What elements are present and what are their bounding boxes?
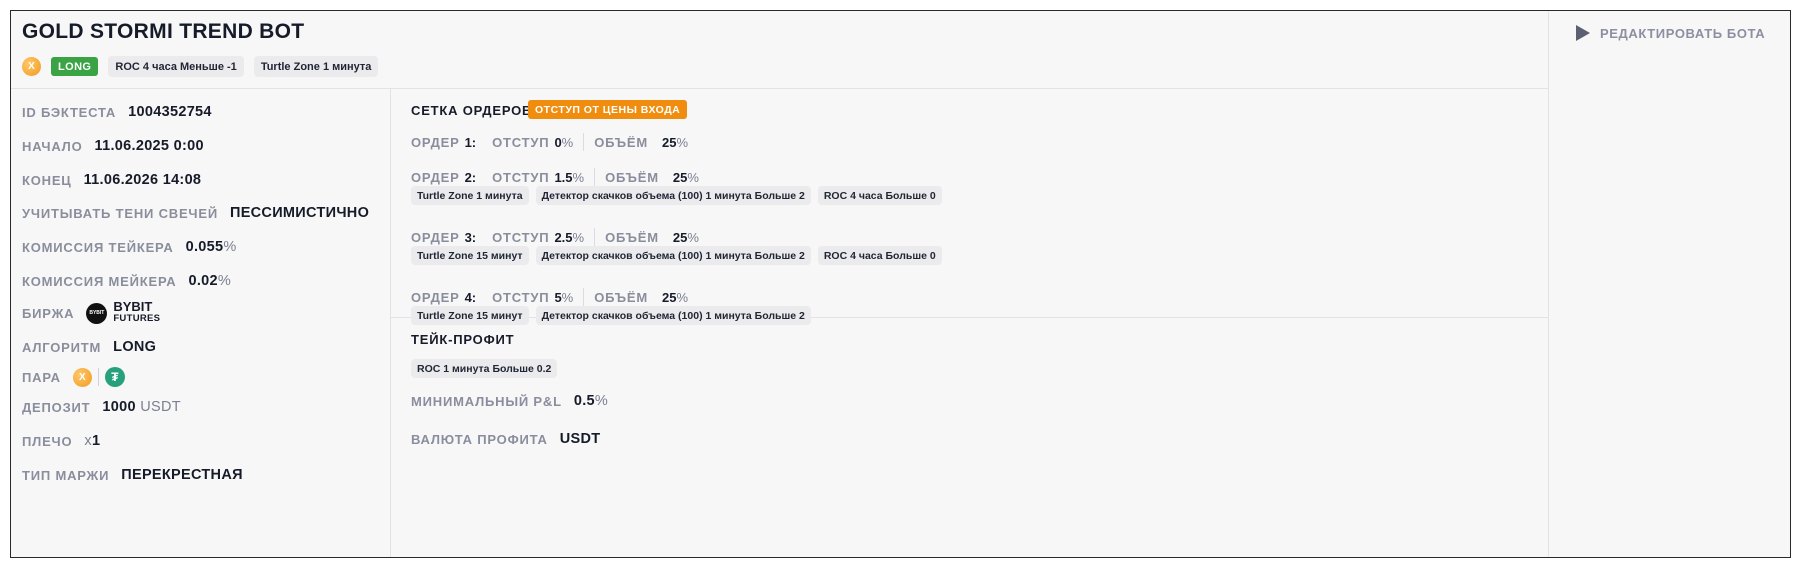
orders-grid: СЕТКА ОРДЕРОВ ОТСТУП ОТ ЦЕНЫ ВХОДА ОРДЕР… [391, 89, 1548, 325]
bot-tags: X LONG ROC 4 часа Меньше -1 Turtle Zone … [22, 56, 379, 77]
condition-chip: Turtle Zone 15 минут [411, 246, 529, 265]
param-end: КОНЕЦ 11.06.2026 14:08 [22, 172, 202, 188]
condition-chip: ROC 1 минута Больше 0.2 [411, 359, 558, 378]
param-start: НАЧАЛО 11.06.2025 0:00 [22, 138, 204, 154]
orders-grid-title: СЕТКА ОРДЕРОВ [411, 103, 533, 118]
params-panel: ID БЭКТЕСТА 1004352754 НАЧАЛО 11.06.2025… [11, 89, 391, 557]
order-conditions: Turtle Zone 1 минута Детектор скачков об… [411, 186, 942, 205]
pair-icons: X ₮ [72, 367, 125, 387]
order-conditions: Turtle Zone 15 минут Детектор скачков об… [411, 246, 942, 265]
param-deposit: ДЕПОЗИТ 1000 USDT [22, 399, 181, 415]
condition-chip: ROC 4 часа Больше 0 [817, 246, 942, 265]
bot-card: GOLD STORMI TREND BOT X LONG ROC 4 часа … [10, 10, 1791, 558]
take-profit-conditions: ROC 1 минута Больше 0.2 [411, 359, 558, 378]
param-algorithm: АЛГОРИТМ LONG [22, 339, 157, 355]
param-maker-fee: КОМИССИЯ МЕЙКЕРА 0.02% [22, 273, 232, 289]
param-candle-shadows: УЧИТЫВАТЬ ТЕНИ СВЕЧЕЙ ПЕССИМИСТИЧНО [22, 205, 370, 221]
min-pnl: МИНИМАЛЬНЫЙ P&L 0.5% [411, 393, 609, 409]
bot-tag: Turtle Zone 1 минута [253, 56, 379, 77]
entry-offset-badge: ОТСТУП ОТ ЦЕНЫ ВХОДА [528, 100, 688, 119]
bybit-logo-icon: BYBIT [86, 302, 108, 324]
bot-tag: ROC 4 часа Меньше -1 [108, 56, 244, 77]
condition-chip: Детектор скачков объема (100) 1 минута Б… [535, 186, 811, 205]
param-margin-type: ТИП МАРЖИ ПЕРЕКРЕСТНАЯ [22, 467, 243, 483]
param-pair: ПАРА X ₮ [22, 367, 125, 387]
param-leverage: ПЛЕЧО x1 [22, 433, 101, 449]
play-icon [1576, 25, 1590, 41]
tether-icon: ₮ [104, 367, 125, 387]
profit-currency: ВАЛЮТА ПРОФИТА USDT [411, 431, 601, 447]
base-coin-icon: X [72, 367, 92, 387]
order-row: ОРДЕР 4: ОТСТУП 5% ОБЪЁМ 25% [411, 288, 689, 306]
edit-bot-button[interactable]: РЕДАКТИРОВАТЬ БОТА [1576, 25, 1765, 41]
direction-badge: LONG [51, 57, 99, 76]
param-id: ID БЭКТЕСТА 1004352754 [22, 104, 212, 120]
condition-chip: ROC 4 часа Больше 0 [817, 186, 942, 205]
order-row: ОРДЕР 2: ОТСТУП 1.5% ОБЪЁМ 25% [411, 168, 699, 186]
condition-chip: Детектор скачков объема (100) 1 минута Б… [535, 246, 811, 265]
coin-icon: X [22, 57, 41, 76]
strategy-panel: СЕТКА ОРДЕРОВ ОТСТУП ОТ ЦЕНЫ ВХОДА ОРДЕР… [391, 89, 1548, 557]
order-row: ОРДЕР 3: ОТСТУП 2.5% ОБЪЁМ 25% [411, 228, 699, 246]
exchange: BYBIT BYBIT FUTURES [86, 300, 160, 325]
take-profit-title: ТЕЙК-ПРОФИТ [411, 332, 515, 347]
condition-chip: Turtle Zone 1 минута [411, 186, 529, 205]
param-taker-fee: КОМИССИЯ ТЕЙКЕРА 0.055% [22, 239, 237, 255]
edit-bot-label: РЕДАКТИРОВАТЬ БОТА [1600, 25, 1766, 41]
take-profit: ТЕЙК-ПРОФИТ ROC 1 минута Больше 0.2 МИНИ… [391, 318, 1548, 557]
param-exchange: БИРЖА BYBIT BYBIT FUTURES [22, 299, 161, 325]
order-row: ОРДЕР 1: ОТСТУП 0% ОБЪЁМ 25% [411, 133, 689, 151]
actions-column: РЕДАКТИРОВАТЬ БОТА [1548, 11, 1790, 557]
bot-title: GOLD STORMI TREND BOT [22, 20, 305, 43]
bot-header: GOLD STORMI TREND BOT X LONG ROC 4 часа … [11, 11, 1548, 89]
